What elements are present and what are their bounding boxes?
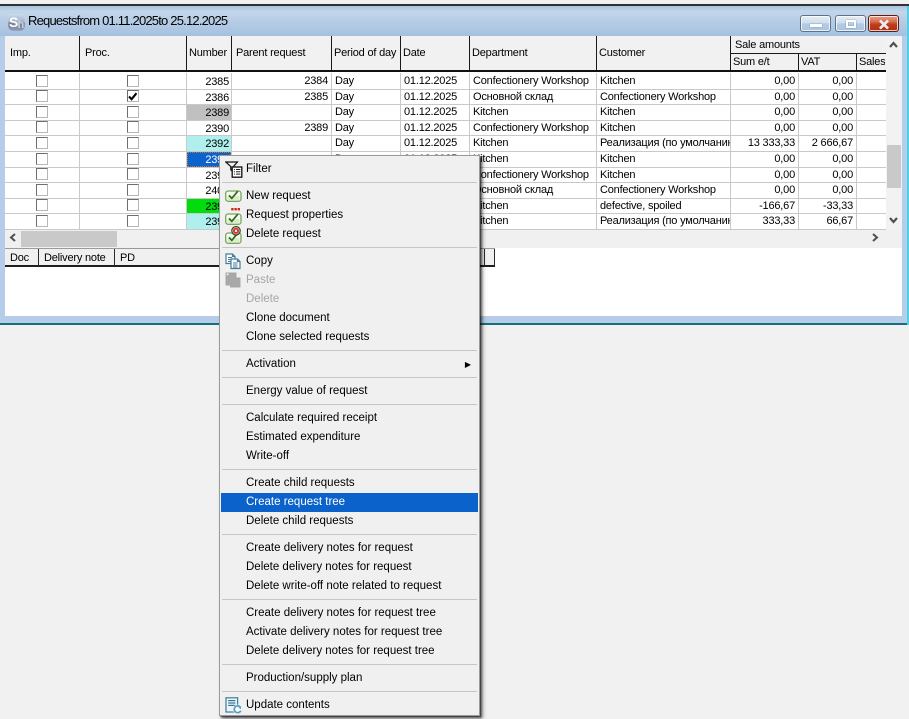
svg-text:h: h xyxy=(18,19,25,31)
